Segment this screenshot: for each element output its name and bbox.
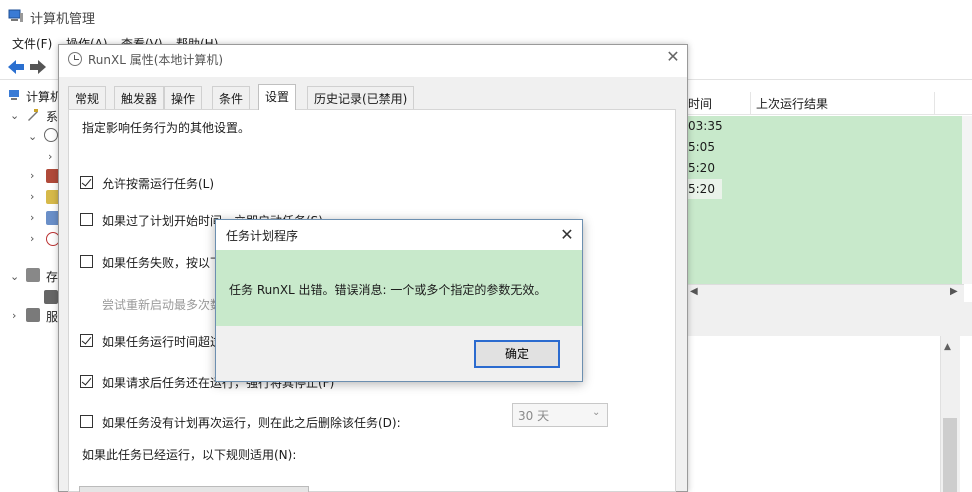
rule-select[interactable] <box>79 486 309 492</box>
scroll-right-icon[interactable]: ▶ <box>950 286 958 297</box>
settings-intro: 指定影响任务行为的其他设置。 <box>82 121 251 135</box>
delete-if-not-scheduled-label: 如果任务没有计划再次运行，则在此之后删除该任务(D): <box>102 416 401 430</box>
main-titlebar <box>0 0 972 32</box>
restart-on-fail-checkbox[interactable] <box>80 255 93 268</box>
col-header-time[interactable]: 时间 <box>688 95 712 112</box>
computer-icon <box>9 90 19 100</box>
services-icon <box>26 308 40 322</box>
task-time[interactable]: 5:20 <box>688 182 715 196</box>
window-title: 计算机管理 <box>30 12 96 27</box>
ok-button[interactable]: 确定 <box>474 340 560 368</box>
run-after-missed-checkbox[interactable] <box>80 213 93 226</box>
delete-if-not-scheduled-checkbox[interactable] <box>80 415 93 428</box>
scroll-left-icon[interactable]: ◀ <box>690 286 698 297</box>
chevron-down-icon[interactable]: ⌄ <box>592 407 600 418</box>
computer-management-icon <box>8 9 23 22</box>
properties-close-icon[interactable]: ✕ <box>664 48 682 66</box>
column-divider[interactable] <box>750 92 751 114</box>
task-time[interactable]: 03:35 <box>688 119 723 133</box>
tree-root-label[interactable]: 计算机 <box>26 88 62 105</box>
tab-history[interactable]: 历史记录(已禁用) <box>307 86 415 109</box>
tab-general[interactable]: 常规 <box>68 86 107 109</box>
pane-divider[interactable] <box>688 302 972 336</box>
tab-settings[interactable]: 设置 <box>258 84 297 110</box>
restart-attempts-label: 尝试重新启动最多次数: <box>102 298 227 312</box>
clock-icon <box>44 128 58 142</box>
tab-actions[interactable]: 操作 <box>164 86 203 109</box>
disk-icon <box>44 290 58 304</box>
task-time[interactable]: 5:20 <box>688 161 715 175</box>
chevron-down-icon[interactable]: ⌄ <box>10 109 19 122</box>
chevron-right-icon[interactable]: › <box>30 211 34 224</box>
scrollbar-thumb[interactable] <box>943 418 957 492</box>
tab-conditions[interactable]: 条件 <box>212 86 251 109</box>
scroll-up-icon[interactable]: ▲ <box>944 342 951 352</box>
message-title: 任务计划程序 <box>226 229 299 243</box>
delete-after-value: 30 天 <box>518 409 550 423</box>
back-arrow-icon[interactable] <box>6 58 26 76</box>
properties-title: RunXL 属性(本地计算机) <box>88 53 224 67</box>
tree-system-tools[interactable]: 系 <box>46 108 58 125</box>
storage-icon <box>26 268 40 282</box>
chevron-right-icon[interactable]: › <box>30 169 34 182</box>
col-header-last-result[interactable]: 上次运行结果 <box>756 95 828 112</box>
list-horizontal-scrollbar[interactable] <box>688 284 964 302</box>
chevron-down-icon[interactable]: ⌄ <box>10 270 19 283</box>
chevron-down-icon[interactable]: ⌄ <box>28 130 37 143</box>
rule-label: 如果此任务已经运行，以下规则适用(N): <box>82 448 297 462</box>
chevron-right-icon[interactable]: › <box>12 309 16 322</box>
task-clock-icon <box>68 52 82 66</box>
forward-arrow-icon[interactable] <box>28 58 48 76</box>
chevron-right-icon[interactable]: › <box>30 232 34 245</box>
tree-services[interactable]: 服 <box>46 308 58 325</box>
force-stop-checkbox[interactable] <box>80 375 93 388</box>
task-list[interactable] <box>688 116 964 284</box>
stop-if-runs-longer-checkbox[interactable] <box>80 334 93 347</box>
column-divider[interactable] <box>934 92 935 114</box>
chevron-right-icon[interactable]: › <box>30 190 34 203</box>
tools-icon <box>28 109 38 121</box>
tab-triggers[interactable]: 触发器 <box>114 86 165 109</box>
menu-file[interactable]: 文件(F) <box>12 35 52 52</box>
tree-storage[interactable]: 存 <box>46 268 58 285</box>
allow-on-demand-checkbox[interactable] <box>80 176 93 189</box>
error-message-text: 任务 RunXL 出错。错误消息: 一个或多个指定的参数无效。 <box>229 283 547 297</box>
message-close-icon[interactable]: ✕ <box>556 224 578 246</box>
task-time[interactable]: 5:05 <box>688 140 715 154</box>
list-header <box>688 91 972 115</box>
chevron-right-icon[interactable]: › <box>48 150 52 163</box>
list-vertical-scrollbar[interactable] <box>962 116 972 284</box>
allow-on-demand-label: 允许按需运行任务(L) <box>102 177 215 191</box>
detail-pane <box>688 336 972 492</box>
